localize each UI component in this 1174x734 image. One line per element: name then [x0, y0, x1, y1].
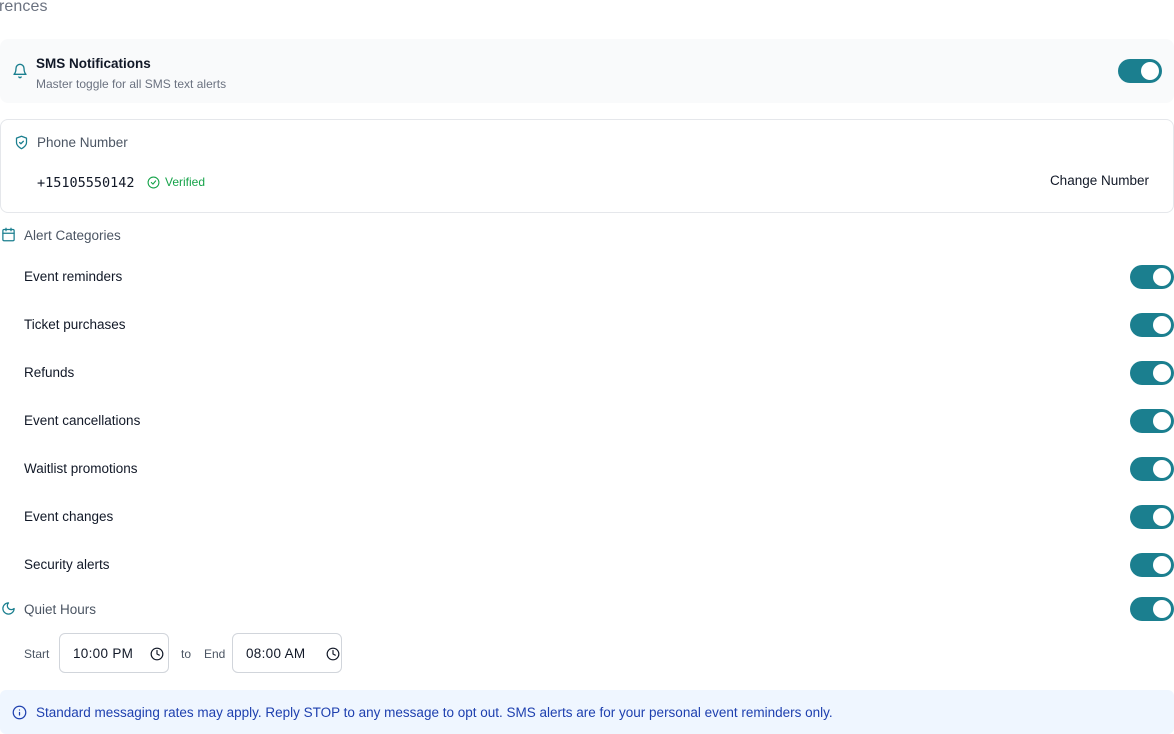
toggle-knob: [1153, 460, 1171, 478]
phone-number-heading: Phone Number: [37, 135, 128, 150]
info-notice: Standard messaging rates may apply. Repl…: [0, 690, 1174, 734]
alert-category-row: Ticket purchases: [24, 313, 1174, 337]
info-icon: [12, 705, 27, 720]
alert-category-label: Event reminders: [24, 269, 123, 284]
clock-icon[interactable]: [150, 647, 164, 661]
end-time-input[interactable]: 08:00 AM: [232, 633, 342, 673]
alert-category-row: Event cancellations: [24, 409, 1174, 433]
alert-category-toggle[interactable]: [1130, 361, 1174, 385]
alert-category-label: Security alerts: [24, 557, 110, 572]
alert-category-row: Event changes: [24, 505, 1174, 529]
alert-category-toggle[interactable]: [1130, 313, 1174, 337]
check-circle-icon: [147, 176, 160, 188]
alert-category-toggle[interactable]: [1130, 553, 1174, 577]
info-notice-text: Standard messaging rates may apply. Repl…: [36, 705, 833, 720]
quiet-hours-heading: Quiet Hours: [24, 602, 97, 617]
sms-notifications-subtitle: Master toggle for all SMS text alerts: [36, 77, 227, 91]
alert-category-label: Event cancellations: [24, 413, 141, 428]
clock-icon[interactable]: [326, 647, 340, 661]
start-time-input[interactable]: 10:00 PM: [59, 633, 169, 673]
sms-master-toggle[interactable]: [1118, 59, 1162, 83]
quiet-hours-toggle[interactable]: [1130, 597, 1174, 621]
alert-category-toggle[interactable]: [1130, 265, 1174, 289]
alert-category-row: Event reminders: [24, 265, 1174, 289]
phone-number-card: Phone Number +15105550142 Verified Chang…: [0, 119, 1174, 213]
start-label: Start: [24, 647, 50, 661]
toggle-knob: [1153, 364, 1171, 382]
sms-notifications-title: SMS Notifications: [36, 56, 151, 71]
alert-category-label: Ticket purchases: [24, 317, 126, 332]
verified-badge: Verified: [147, 175, 205, 189]
end-label: End: [204, 647, 226, 661]
toggle-knob: [1153, 268, 1171, 286]
alert-category-label: Event changes: [24, 509, 114, 524]
toggle-knob: [1141, 62, 1159, 80]
page-heading: rences: [0, 0, 48, 15]
verified-label: Verified: [165, 175, 206, 189]
alert-categories-heading: Alert Categories: [24, 228, 121, 243]
alert-category-label: Refunds: [24, 365, 75, 380]
alert-category-row: Waitlist promotions: [24, 457, 1174, 481]
alert-category-toggle[interactable]: [1130, 505, 1174, 529]
alert-category-toggle[interactable]: [1130, 457, 1174, 481]
calendar-icon: [2, 227, 15, 242]
alert-category-row: Refunds: [24, 361, 1174, 385]
alert-category-row: Security alerts: [24, 553, 1174, 577]
to-separator: to: [181, 647, 192, 661]
moon-icon: [2, 602, 15, 615]
toggle-knob: [1153, 600, 1171, 618]
change-number-button[interactable]: Change Number: [1050, 173, 1149, 188]
end-time-value: 08:00 AM: [246, 646, 306, 661]
phone-number-value: +15105550142: [37, 175, 135, 191]
start-time-value: 10:00 PM: [73, 646, 134, 661]
toggle-knob: [1153, 556, 1171, 574]
alert-category-toggle[interactable]: [1130, 409, 1174, 433]
alert-category-label: Waitlist promotions: [24, 461, 138, 476]
toggle-knob: [1153, 316, 1171, 334]
sms-notifications-card: SMS Notifications Master toggle for all …: [0, 39, 1174, 103]
toggle-knob: [1153, 508, 1171, 526]
bell-icon: [13, 63, 27, 79]
toggle-knob: [1153, 412, 1171, 430]
shield-check-icon: [15, 135, 28, 150]
